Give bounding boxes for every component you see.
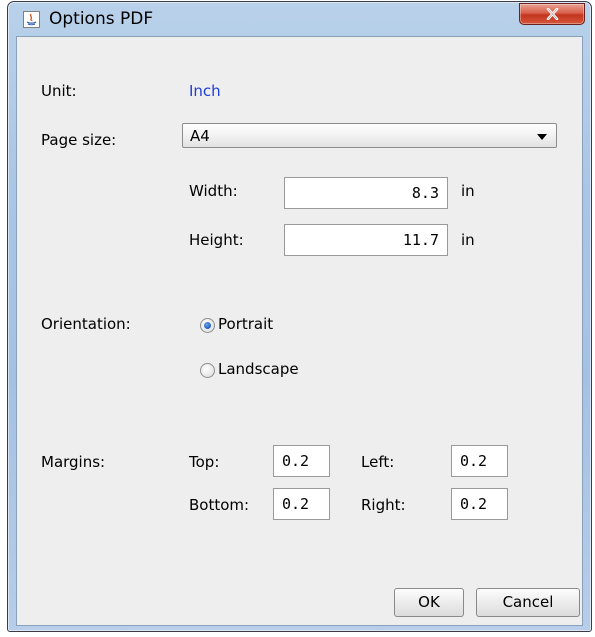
java-app-icon (23, 11, 40, 28)
dialog-content: Unit: Inch Page size: A4 Width: 8.3 in H… (16, 36, 583, 626)
margin-right-label: Right: (361, 496, 406, 514)
close-button[interactable] (519, 3, 585, 25)
height-field[interactable]: 11.7 (284, 224, 448, 256)
portrait-label[interactable]: Portrait (218, 315, 273, 333)
margin-left-label: Left: (361, 453, 395, 471)
portrait-radio[interactable] (200, 318, 215, 333)
width-field[interactable]: 8.3 (284, 177, 448, 209)
cancel-button[interactable]: Cancel (476, 588, 580, 617)
unit-label: Unit: (41, 82, 77, 100)
margin-bottom-label: Bottom: (189, 496, 250, 514)
margin-bottom-field[interactable]: 0.2 (273, 488, 330, 520)
width-unit: in (461, 182, 475, 200)
window-title: Options PDF (49, 9, 154, 29)
unit-value: Inch (189, 82, 221, 100)
chevron-down-icon[interactable] (537, 134, 547, 140)
margin-top-label: Top: (189, 453, 220, 471)
width-label: Width: (189, 182, 238, 200)
height-unit: in (461, 231, 475, 249)
landscape-label[interactable]: Landscape (218, 360, 299, 378)
landscape-radio[interactable] (200, 363, 215, 378)
margin-top-field[interactable]: 0.2 (273, 445, 330, 477)
margin-right-field[interactable]: 0.2 (451, 488, 508, 520)
ok-button[interactable]: OK (394, 588, 464, 617)
margins-label: Margins: (41, 453, 106, 471)
title-bar[interactable]: Options PDF (8, 2, 591, 36)
page-size-selected: A4 (190, 127, 210, 145)
height-label: Height: (189, 231, 244, 249)
close-icon (546, 8, 559, 20)
options-pdf-dialog: Options PDF Unit: Inch Page size: A4 Wid… (7, 1, 592, 632)
page-size-label: Page size: (41, 131, 117, 149)
orientation-label: Orientation: (41, 315, 131, 333)
margin-left-field[interactable]: 0.2 (451, 445, 508, 477)
page-size-combobox[interactable]: A4 (182, 123, 557, 148)
